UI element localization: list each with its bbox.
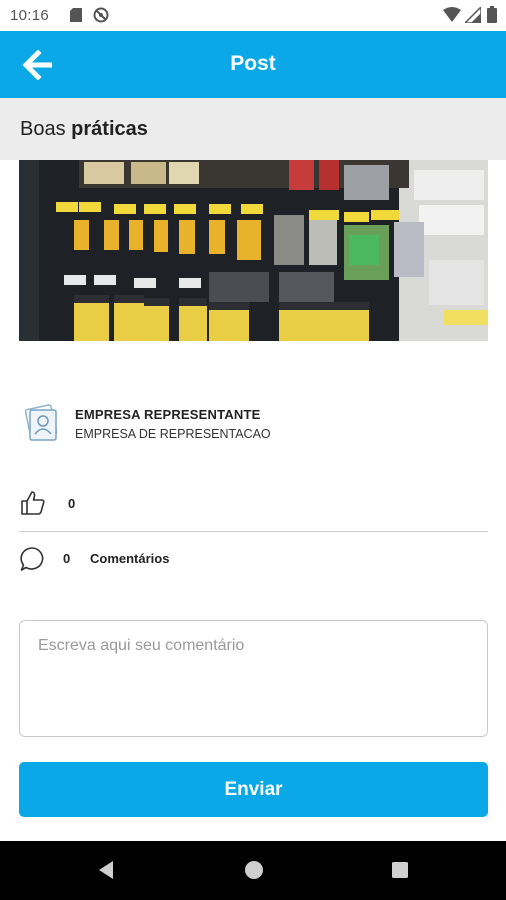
comments-label: Comentários [90,551,170,566]
status-time: 10:16 [10,7,50,24]
company-subtitle: EMPRESA DE REPRESENTACAO [75,427,271,441]
sd-card-icon [70,8,82,22]
section-title-bold: práticas [71,118,148,140]
comments-row: 0 Comentários [19,540,488,580]
signal-icon [465,7,481,23]
post-image [19,160,488,341]
company-info[interactable]: EMPRESA REPRESENTANTE EMPRESA DE REPRESE… [19,400,488,448]
send-button[interactable]: Enviar [19,762,488,817]
company-logo-icon [24,404,58,441]
comments-count: 0 [63,551,71,566]
likes-count: 0 [68,496,76,511]
back-triangle-icon[interactable] [95,859,117,881]
likes-row: 0 [19,484,488,524]
company-name: EMPRESA REPRESENTANTE [75,407,261,422]
section-header: Boas práticas [0,98,506,160]
section-title-regular: Boas [20,118,72,140]
recents-square-icon[interactable] [389,859,411,881]
app-bar: Post [0,31,506,98]
brushes-photo [19,160,488,341]
page-title: Post [230,52,276,75]
comment-input[interactable] [19,620,488,737]
home-circle-icon[interactable] [243,859,265,881]
section-title: Boas práticas [20,118,148,141]
comment-bubble-icon [20,547,44,571]
do-not-disturb-icon [93,7,109,23]
status-bar: 10:16 [0,0,506,31]
battery-icon [487,6,497,23]
divider [19,531,488,532]
system-nav-bar [0,841,506,900]
thumbs-up-icon[interactable] [19,489,47,517]
wifi-icon [443,7,461,22]
